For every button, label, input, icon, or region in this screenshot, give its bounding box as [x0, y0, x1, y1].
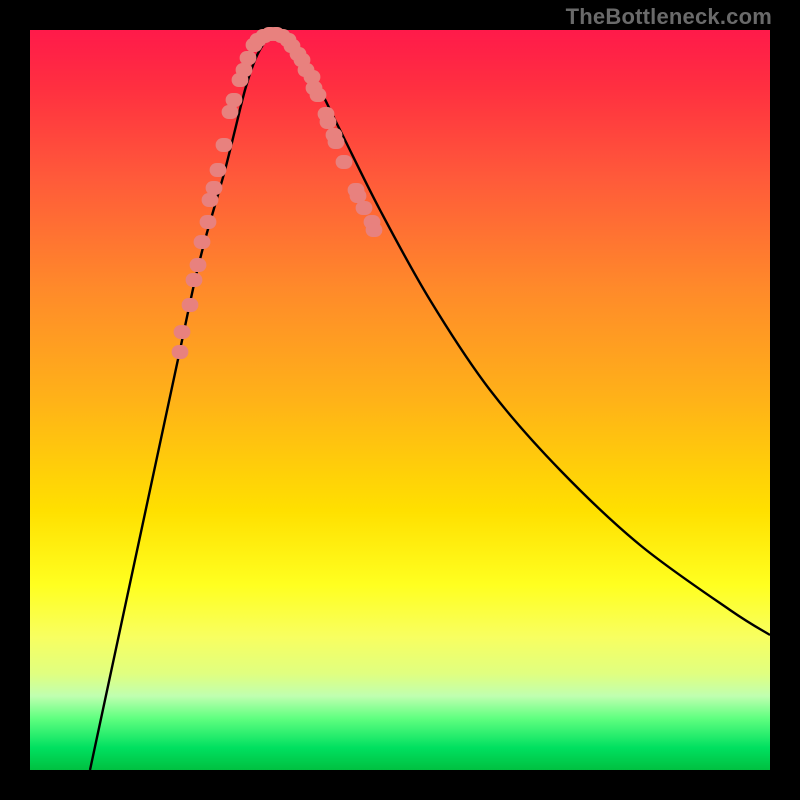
sample-point	[356, 201, 373, 215]
sample-point	[190, 258, 207, 272]
sample-point	[206, 181, 223, 195]
watermark-text: TheBottleneck.com	[566, 4, 772, 30]
sample-point	[194, 235, 211, 249]
curve-svg	[30, 30, 770, 770]
bottleneck-curve-path	[90, 35, 770, 770]
sample-point	[320, 115, 337, 129]
sample-point	[174, 325, 191, 339]
sample-point	[172, 345, 189, 359]
bottleneck-curve	[90, 35, 770, 770]
sample-point	[328, 135, 345, 149]
sample-point	[310, 88, 327, 102]
sample-point	[222, 105, 239, 119]
chart-frame: TheBottleneck.com	[0, 0, 800, 800]
sample-point	[202, 193, 219, 207]
sample-point	[210, 163, 227, 177]
sample-point	[216, 138, 233, 152]
sample-points	[172, 27, 383, 359]
sample-point	[304, 70, 321, 84]
sample-point	[350, 189, 367, 203]
sample-point	[240, 51, 257, 65]
sample-point	[236, 63, 253, 77]
sample-point	[336, 155, 353, 169]
sample-point	[200, 215, 217, 229]
plot-area	[30, 30, 770, 770]
sample-point	[186, 273, 203, 287]
sample-point	[290, 47, 307, 61]
sample-point	[366, 223, 383, 237]
sample-point	[182, 298, 199, 312]
sample-point	[226, 93, 243, 107]
